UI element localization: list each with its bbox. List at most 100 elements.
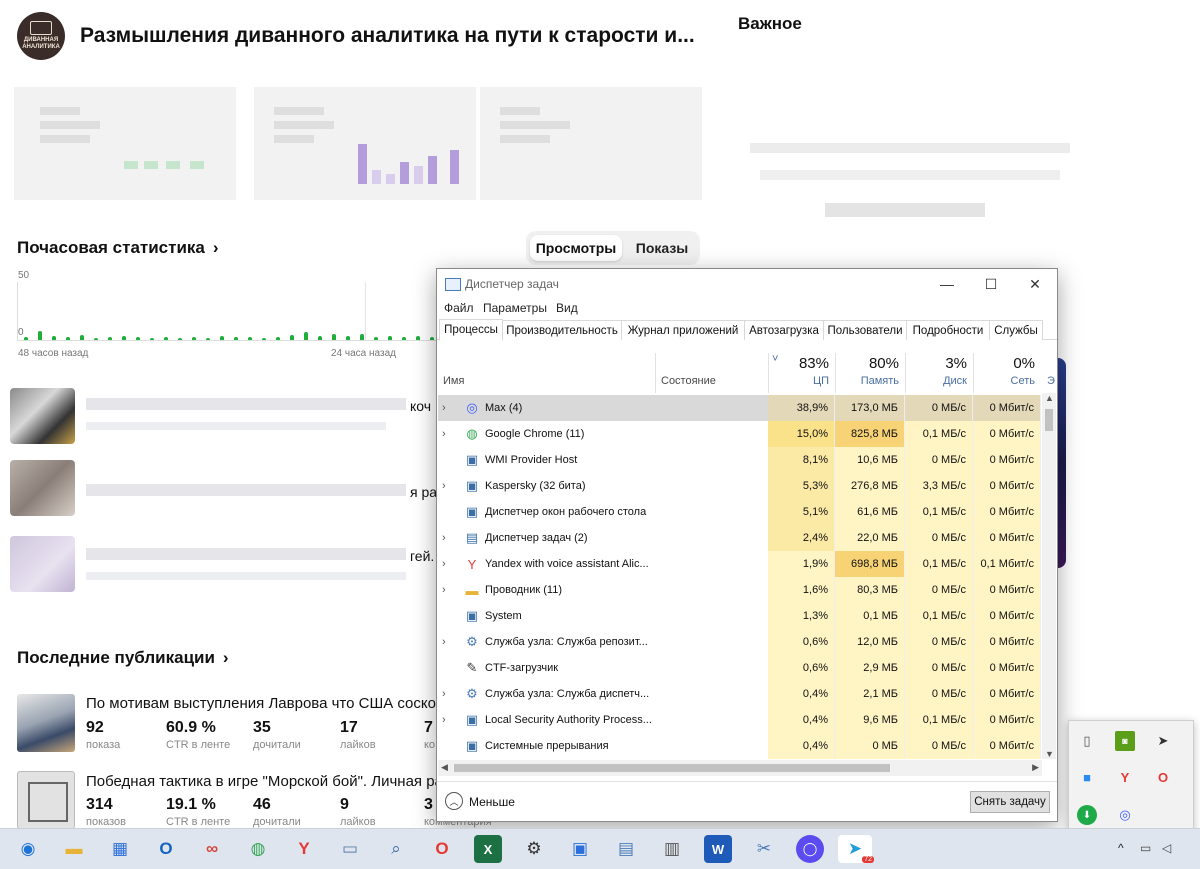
expand-chevron-icon[interactable]: ›: [442, 577, 454, 603]
tab-impressions[interactable]: Показы: [626, 235, 698, 261]
process-row[interactable]: ▣ System 1,3% 0,1 МБ 0,1 МБ/с 0 Мбит/с: [438, 603, 1041, 629]
expand-chevron-icon[interactable]: ›: [442, 681, 454, 707]
expand-chevron-icon[interactable]: ›: [442, 551, 454, 577]
outlook-icon[interactable]: O: [152, 835, 180, 863]
snip-icon[interactable]: ✂: [750, 835, 778, 863]
tab-startup[interactable]: Автозагрузка: [745, 320, 824, 340]
hourly-stats-title[interactable]: Почасовая статистика ›: [17, 238, 219, 258]
latest-publications-title[interactable]: Последние публикации ›: [17, 648, 229, 668]
close-button[interactable]: ✕: [1013, 269, 1057, 299]
notepad-icon[interactable]: ▤: [612, 835, 640, 863]
article-thumbnail[interactable]: [10, 388, 75, 444]
scroll-down-icon[interactable]: ▼: [1045, 749, 1054, 759]
vm-icon[interactable]: ▭: [336, 835, 364, 863]
summary-card[interactable]: [480, 87, 702, 200]
search-doc-icon[interactable]: ⌕: [382, 835, 410, 863]
store-icon[interactable]: ▦: [106, 835, 134, 863]
horizontal-scrollbar[interactable]: ◀ ▶: [438, 760, 1042, 776]
scroll-up-icon[interactable]: ▲: [1045, 393, 1054, 403]
process-row[interactable]: › ▣ Kaspersky (32 бита) 5,3% 276,8 МБ 3,3 МБ/…: [438, 473, 1041, 499]
publication-thumbnail[interactable]: [17, 694, 75, 752]
process-row[interactable]: › ▬ Проводник (11) 1,6% 80,3 МБ 0 МБ/с 0 Мбит/…: [438, 577, 1041, 603]
column-disk[interactable]: 3% Диск: [905, 353, 973, 393]
tab-views[interactable]: Просмотры: [530, 235, 622, 261]
publication-title[interactable]: Победная тактика в игре "Морской бой". Л…: [86, 773, 443, 790]
menu-options[interactable]: Параметры: [483, 301, 547, 315]
settings-gear-icon[interactable]: ⚙: [520, 835, 548, 863]
folder-icon[interactable]: ▬: [60, 835, 88, 863]
process-row[interactable]: › ⚙ Служба узла: Служба репозит... 0,6% 12,0…: [438, 629, 1041, 655]
publication-title[interactable]: По мотивам выступления Лаврова что США с…: [86, 695, 443, 712]
control-panel-icon[interactable]: ▣: [566, 835, 594, 863]
chevron-up-circle-icon[interactable]: ︿: [445, 792, 463, 810]
process-row[interactable]: › ▤ Диспетчер задач (2) 2,4% 22,0 МБ 0 МБ/с 0 …: [438, 525, 1041, 551]
maximize-button[interactable]: ☐: [969, 269, 1013, 299]
column-name[interactable]: Имя: [443, 353, 653, 393]
globe-icon[interactable]: ◉: [14, 835, 42, 863]
process-row[interactable]: ▣ Диспетчер окон рабочего стола 5,1% 61,6 М…: [438, 499, 1041, 525]
column-network[interactable]: 0% Сеть: [973, 353, 1041, 393]
telegram-taskbar-icon[interactable]: ➤ 72: [838, 835, 874, 863]
telegram-icon[interactable]: ➤: [1153, 731, 1173, 751]
scroll-right-icon[interactable]: ▶: [1032, 762, 1039, 773]
scroll-left-icon[interactable]: ◀: [441, 762, 448, 773]
opera-taskbar-icon[interactable]: O: [428, 835, 456, 863]
tab-processes[interactable]: Процессы: [439, 319, 503, 341]
summary-card[interactable]: [14, 87, 236, 200]
network-icon[interactable]: ▭: [1140, 841, 1151, 855]
tab-details[interactable]: Подробности: [907, 320, 990, 340]
yandex-tray-icon[interactable]: Y: [1115, 767, 1135, 787]
tab-users[interactable]: Пользователи: [824, 320, 907, 340]
column-energy[interactable]: Э: [1045, 353, 1057, 393]
fewer-details-button[interactable]: Меньше: [469, 795, 515, 809]
calculator-icon[interactable]: ▥: [658, 835, 686, 863]
nvidia-icon[interactable]: ◙: [1115, 731, 1135, 751]
yandex-taskbar-icon[interactable]: Y: [290, 835, 318, 863]
menu-file[interactable]: Файл: [444, 301, 474, 315]
max-tray-icon[interactable]: ◎: [1115, 805, 1135, 825]
expand-chevron-icon[interactable]: ›: [442, 473, 454, 499]
publication-thumbnail[interactable]: [17, 771, 75, 829]
tab-services[interactable]: Службы: [990, 320, 1043, 340]
article-thumbnail[interactable]: [10, 536, 75, 592]
channel-avatar[interactable]: ДИВАННАЯ АНАЛИТИКА: [17, 12, 65, 60]
speaker-icon[interactable]: ◁: [1162, 841, 1171, 855]
word-icon[interactable]: W: [704, 835, 732, 863]
menu-view[interactable]: Вид: [556, 301, 578, 315]
excel-icon[interactable]: X: [474, 835, 502, 863]
article-thumbnail[interactable]: [10, 460, 75, 516]
blue-flag-icon[interactable]: ■: [1077, 767, 1097, 787]
vertical-scrollbar[interactable]: ▲ ▼: [1042, 393, 1056, 759]
expand-chevron-icon[interactable]: ›: [442, 629, 454, 655]
expand-chevron-icon[interactable]: ›: [442, 525, 454, 551]
end-task-button[interactable]: Снять задачу: [970, 791, 1050, 813]
minimize-button[interactable]: —: [925, 269, 969, 299]
process-row[interactable]: › ▣ Local Security Authority Process... 0,4…: [438, 707, 1041, 733]
opera-tray-icon[interactable]: O: [1153, 767, 1173, 787]
usb-drive-icon[interactable]: ▯: [1077, 731, 1097, 751]
tray-caret-icon[interactable]: ^: [1118, 841, 1124, 855]
column-memory[interactable]: 80% Память: [835, 353, 905, 393]
expand-chevron-icon[interactable]: ›: [442, 395, 454, 421]
max-taskbar-icon[interactable]: ◯: [796, 835, 824, 863]
infinity-app-icon[interactable]: ∞: [198, 835, 226, 863]
column-status[interactable]: Состояние: [661, 353, 761, 393]
summary-card[interactable]: [254, 87, 476, 200]
process-row[interactable]: › ◍ Google Chrome (11) 15,0% 825,8 МБ 0,1 МБ/…: [438, 421, 1041, 447]
scrollbar-thumb[interactable]: [1045, 409, 1053, 431]
process-row[interactable]: › ◎ Max (4) 38,9% 173,0 МБ 0 МБ/с 0 Мбит/с: [438, 395, 1041, 421]
tab-performance[interactable]: Производительность: [503, 320, 622, 340]
process-row[interactable]: ✎ CTF-загрузчик 0,6% 2,9 МБ 0 МБ/с 0 Мбит/с: [438, 655, 1041, 681]
chrome-taskbar-icon[interactable]: ◍: [244, 835, 272, 863]
tab-app-history[interactable]: Журнал приложений: [622, 320, 745, 340]
process-row[interactable]: ▣ WMI Provider Host 8,1% 10,6 МБ 0 МБ/с 0 Мби…: [438, 447, 1041, 473]
channel-title[interactable]: Размышления диванного аналитика на пути …: [80, 24, 695, 48]
process-row[interactable]: ▣ Системные прерывания 0,4% 0 МБ 0 МБ/с 0 Мби…: [438, 733, 1041, 759]
scrollbar-thumb[interactable]: [454, 764, 890, 772]
kaspersky-tray-icon[interactable]: ⬇: [1077, 805, 1097, 825]
expand-chevron-icon[interactable]: ›: [442, 421, 454, 447]
process-row[interactable]: › ⚙ Служба узла: Служба диспетч... 0,4% 2,1 …: [438, 681, 1041, 707]
process-row[interactable]: › Y Yandex with voice assistant Alic... 1,9…: [438, 551, 1041, 577]
title-bar[interactable]: Диспетчер задач — ☐ ✕: [437, 269, 1057, 299]
column-cpu[interactable]: ˅ 83% ЦП: [768, 353, 835, 393]
